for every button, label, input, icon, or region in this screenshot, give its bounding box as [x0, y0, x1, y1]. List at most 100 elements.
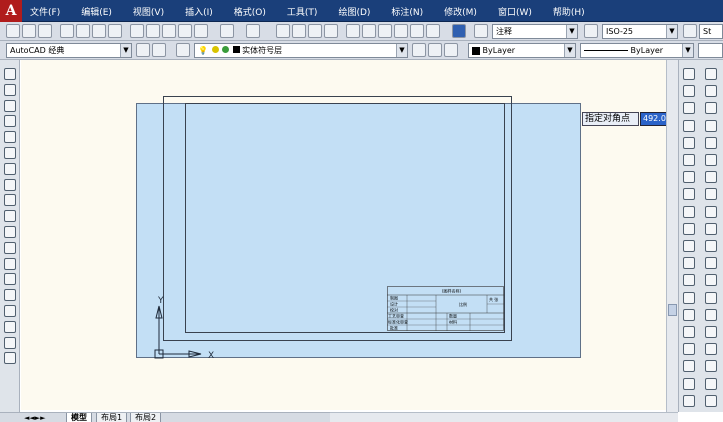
- layer-states-icon[interactable]: [444, 43, 458, 57]
- pan-icon[interactable]: [276, 24, 290, 38]
- menu-item-1[interactable]: 编辑(E): [81, 5, 112, 18]
- erase-icon[interactable]: [683, 68, 695, 80]
- array-icon[interactable]: [683, 136, 695, 149]
- layer-manager-icon[interactable]: [176, 43, 190, 57]
- dim-style-icon[interactable]: [584, 24, 598, 38]
- color-select[interactable]: ByLayer ▼: [468, 43, 576, 58]
- osnap-cen-icon[interactable]: [705, 377, 717, 390]
- vertical-scrollbar[interactable]: [666, 60, 678, 412]
- region-icon[interactable]: [4, 320, 16, 333]
- menu-item-4[interactable]: 格式(O): [234, 5, 266, 18]
- chevron-down-icon[interactable]: ▼: [396, 44, 407, 57]
- join-icon[interactable]: [683, 291, 695, 304]
- vertical-scroll-thumb[interactable]: [668, 304, 677, 316]
- center-mark-icon[interactable]: [705, 240, 717, 252]
- osnap-int-icon[interactable]: [705, 360, 717, 373]
- table-style-icon[interactable]: [683, 24, 697, 38]
- tab-nav-arrows[interactable]: ◄◄►►: [24, 413, 46, 422]
- open-icon[interactable]: [22, 24, 36, 38]
- arc-icon[interactable]: [4, 147, 16, 159]
- extend-icon[interactable]: [683, 240, 695, 252]
- offset-icon[interactable]: [683, 119, 695, 132]
- dim-angular-icon[interactable]: [705, 136, 717, 149]
- menu-item-2[interactable]: 视图(V): [133, 5, 164, 18]
- markup-icon[interactable]: [410, 24, 424, 38]
- tab-layout2[interactable]: 布局2: [130, 413, 162, 422]
- copy-icon[interactable]: [146, 24, 160, 38]
- help-icon[interactable]: [452, 24, 466, 38]
- point-icon[interactable]: [4, 273, 16, 286]
- dim-ordinate-icon[interactable]: [705, 68, 717, 80]
- qleader-icon[interactable]: [705, 205, 717, 218]
- scale-icon[interactable]: [683, 188, 695, 201]
- move-icon[interactable]: [683, 154, 695, 166]
- continue-icon[interactable]: [705, 188, 717, 201]
- zoom-realtime-icon[interactable]: [292, 24, 306, 38]
- break-icon[interactable]: [683, 274, 695, 287]
- polygon-icon[interactable]: [4, 115, 16, 128]
- design-center-icon[interactable]: [362, 24, 376, 38]
- ellipse-arc-icon[interactable]: [4, 226, 16, 238]
- construction-line-icon[interactable]: [4, 83, 16, 96]
- line-icon[interactable]: [4, 68, 16, 80]
- properties-icon[interactable]: [346, 24, 360, 38]
- tab-model[interactable]: 模型: [66, 413, 92, 422]
- plot-icon[interactable]: [108, 24, 122, 38]
- menu-item-8[interactable]: 修改(M): [444, 5, 477, 18]
- gradient-icon[interactable]: [4, 305, 16, 317]
- dim-jogged-icon[interactable]: [705, 102, 717, 115]
- trim-icon[interactable]: [683, 222, 695, 235]
- insert-block-icon[interactable]: [4, 241, 16, 254]
- polyline-icon[interactable]: [4, 99, 16, 112]
- menu-item-9[interactable]: 窗口(W): [498, 5, 532, 18]
- stretch-icon[interactable]: [683, 205, 695, 218]
- dim-style-select[interactable]: ISO-25 ▼: [602, 24, 678, 39]
- fillet-icon[interactable]: [683, 326, 695, 338]
- new-icon[interactable]: [6, 24, 20, 38]
- match-properties-icon[interactable]: [194, 24, 208, 38]
- osnap-quad-icon[interactable]: [705, 394, 717, 407]
- zoom-previous-icon[interactable]: [324, 24, 338, 38]
- workspace-select[interactable]: AutoCAD 经典 ▼: [6, 43, 132, 58]
- dim-style2-icon[interactable]: [705, 308, 717, 321]
- osnap-mid-icon[interactable]: [705, 343, 717, 356]
- dim-radius-icon[interactable]: [705, 85, 717, 98]
- save-icon[interactable]: [38, 24, 52, 38]
- dim-arc-icon[interactable]: [683, 394, 695, 407]
- print-icon[interactable]: [60, 24, 74, 38]
- layer-select[interactable]: 💡 实体符号层 ▼: [194, 43, 408, 58]
- dim-aligned-icon[interactable]: [683, 377, 695, 390]
- table-icon[interactable]: [4, 336, 16, 349]
- menu-item-6[interactable]: 绘图(D): [338, 5, 370, 18]
- make-block-icon[interactable]: [4, 257, 16, 270]
- menu-item-7[interactable]: 标注(N): [391, 5, 423, 18]
- menu-item-5[interactable]: 工具(T): [287, 5, 318, 18]
- break-at-point-icon[interactable]: [683, 257, 695, 270]
- multiline-text-icon[interactable]: [4, 352, 16, 365]
- osnap-endpoint-icon[interactable]: [705, 326, 717, 338]
- tool-palettes-icon[interactable]: [378, 24, 392, 38]
- workspace-save-icon[interactable]: [152, 43, 166, 57]
- rotate-icon[interactable]: [683, 171, 695, 184]
- chamfer-icon[interactable]: [683, 308, 695, 321]
- layer-previous-icon[interactable]: [428, 43, 442, 57]
- paste-icon[interactable]: [162, 24, 176, 38]
- text-style-icon[interactable]: [474, 24, 488, 38]
- redo-icon[interactable]: [246, 24, 260, 38]
- text-style-select[interactable]: 注释 ▼: [492, 24, 578, 39]
- hatch-icon[interactable]: [4, 289, 16, 302]
- revision-cloud-icon[interactable]: [4, 178, 16, 191]
- zoom-window-icon[interactable]: [308, 24, 322, 38]
- dim-text-edit-icon[interactable]: [705, 274, 717, 287]
- autocad-logo-icon[interactable]: A: [0, 0, 22, 22]
- chevron-down-icon[interactable]: ▼: [564, 44, 575, 57]
- dim-edit-icon[interactable]: [705, 257, 717, 270]
- paste-special-icon[interactable]: [178, 24, 192, 38]
- chevron-down-icon[interactable]: ▼: [566, 25, 577, 38]
- linetype-select[interactable]: ByLayer ▼: [580, 43, 694, 58]
- menu-item-0[interactable]: 文件(F): [30, 5, 60, 18]
- dim-update-icon[interactable]: [705, 291, 717, 304]
- lineweight-select[interactable]: [698, 43, 723, 58]
- spline-icon[interactable]: [4, 194, 16, 207]
- table-style-select[interactable]: St: [699, 24, 723, 39]
